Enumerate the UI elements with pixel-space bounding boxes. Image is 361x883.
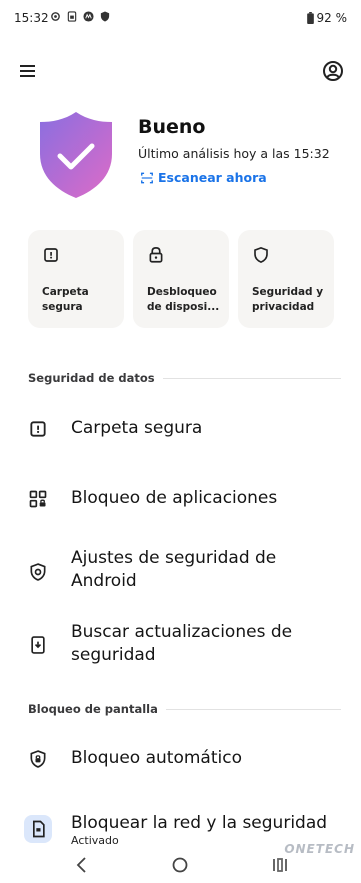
section-header-screen-lock: Bloqueo de pantalla: [28, 702, 341, 716]
section-header-data-security: Seguridad de datos: [28, 371, 341, 385]
quick-cards-carousel[interactable]: Carpeta segura Desbloqueo de disposi... …: [28, 230, 361, 328]
app-grid-lock-icon: [29, 490, 47, 508]
card-label: Seguridad y privacidad: [252, 286, 324, 313]
card-label: Carpeta segura: [42, 286, 89, 313]
card-security-privacy[interactable]: Seguridad y privacidad: [238, 230, 334, 328]
list-item-label: Bloqueo automático: [71, 748, 242, 768]
card-device-unlock[interactable]: Desbloqueo de disposi...: [133, 230, 229, 328]
list-item-check-security-updates[interactable]: Buscar actualizaciones de seguridad: [0, 619, 361, 669]
section-title: Seguridad de datos: [28, 371, 155, 385]
shield-gear-icon: [30, 563, 46, 581]
last-scan-text: Último análisis hoy a las 15:32: [138, 146, 330, 161]
shield-icon: [100, 11, 110, 22]
security-status-title: Bueno: [138, 116, 206, 138]
list-item-label: Carpeta segura: [71, 418, 203, 438]
security-status-shield: [38, 110, 114, 200]
battery-indicator: 92 %: [306, 11, 348, 25]
settings-gear-icon: [51, 12, 60, 21]
secure-folder-icon: [44, 248, 58, 262]
card-secure-folder[interactable]: Carpeta segura: [28, 230, 124, 328]
list-item-label: Bloquear la red y la seguridad: [71, 813, 328, 833]
shield-outline-icon: [254, 246, 268, 263]
status-bar: 15:32 92 %: [0, 0, 361, 40]
list-item-auto-lock[interactable]: Bloqueo automático: [0, 740, 361, 780]
list-item-app-lock[interactable]: Bloqueo de aplicaciones: [0, 480, 361, 520]
sim-icon: [67, 11, 77, 22]
hamburger-menu-icon[interactable]: [16, 60, 40, 82]
watermark-logo: ONETECH: [284, 842, 355, 856]
list-item-label: Buscar actualizaciones de seguridad: [71, 622, 293, 665]
list-item-label: Ajustes de seguridad de Android: [71, 548, 277, 591]
section-divider: [165, 708, 341, 710]
shield-lock-icon: [30, 750, 46, 768]
scan-now-button[interactable]: Escanear ahora: [140, 170, 267, 185]
scan-now-label: Escanear ahora: [158, 170, 267, 185]
list-item-sublabel: Activado: [71, 834, 119, 847]
recents-icon[interactable]: [268, 853, 292, 877]
scan-icon: [141, 172, 153, 183]
top-app-bar: [0, 52, 361, 90]
lock-network-icon: [33, 820, 45, 838]
home-icon[interactable]: [168, 853, 192, 877]
list-item-android-security-settings[interactable]: Ajustes de seguridad de Android: [0, 546, 361, 596]
battery-percent: 92 %: [316, 11, 348, 25]
back-icon[interactable]: [70, 853, 94, 877]
section-title: Bloqueo de pantalla: [28, 702, 158, 716]
list-item-secure-folder[interactable]: Carpeta segura: [0, 410, 361, 450]
list-item-label: Bloqueo de aplicaciones: [71, 488, 278, 508]
section-divider: [162, 377, 341, 379]
battery-icon: [306, 12, 314, 24]
system-update-icon: [31, 636, 45, 654]
motorola-icon: [83, 11, 94, 22]
card-label: Desbloqueo de disposi...: [147, 286, 220, 313]
lock-icon: [149, 247, 163, 263]
account-circle-icon[interactable]: [321, 59, 345, 83]
status-time: 15:32: [14, 11, 49, 25]
status-icons: [50, 11, 110, 22]
secure-folder-icon: [30, 421, 46, 437]
